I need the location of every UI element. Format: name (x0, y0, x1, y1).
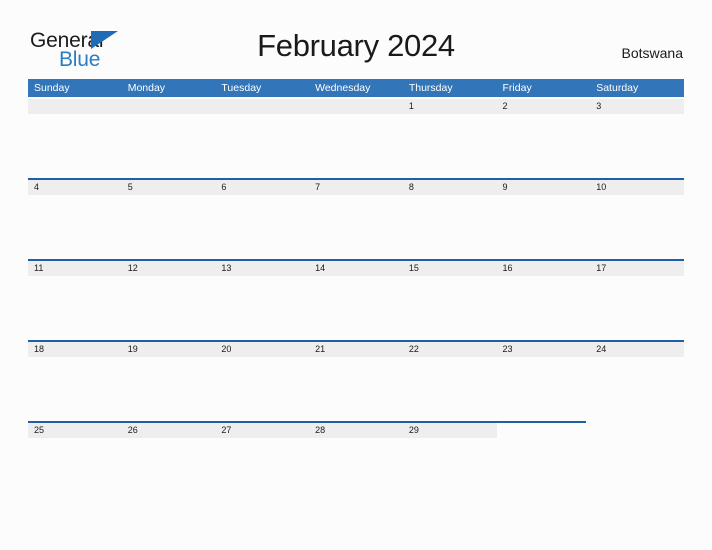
day-note-cell[interactable] (309, 276, 403, 340)
page-header: General Blue February 2024 Botswana (0, 0, 712, 78)
day-note-cell[interactable] (497, 114, 591, 178)
day-cell (496, 422, 591, 438)
day-note-cell[interactable] (28, 114, 122, 178)
weekday-header-row: Sunday Monday Tuesday Wednesday Thursday… (28, 79, 684, 97)
weekday-header-tuesday: Tuesday (221, 82, 262, 94)
day-cell[interactable]: 11 (28, 260, 122, 276)
week-row: 11 12 13 14 15 16 17 (28, 259, 684, 340)
day-note-cell[interactable] (215, 195, 309, 259)
week-note-area (28, 438, 684, 502)
day-note-cell[interactable] (590, 114, 684, 178)
week-date-band: 1 2 3 (28, 98, 684, 114)
day-cell[interactable]: 21 (309, 341, 403, 357)
week-date-band: 25 26 27 28 29 (28, 422, 684, 438)
day-cell[interactable]: 26 (121, 422, 216, 438)
week-date-band: 18 19 20 21 22 23 24 (28, 341, 684, 357)
week-row: 18 19 20 21 22 23 24 (28, 340, 684, 421)
day-cell (590, 422, 684, 438)
day-cell[interactable]: 29 (402, 422, 497, 438)
day-note-cell (590, 438, 684, 502)
day-cell[interactable]: 20 (215, 341, 310, 357)
week-note-area (28, 357, 684, 421)
day-cell[interactable]: 7 (309, 179, 403, 195)
day-note-cell[interactable] (122, 114, 216, 178)
day-note-cell[interactable] (309, 438, 403, 502)
day-note-cell[interactable] (28, 195, 122, 259)
day-cell[interactable] (215, 98, 310, 114)
day-note-cell[interactable] (28, 357, 122, 421)
day-cell[interactable] (121, 98, 216, 114)
day-cell[interactable]: 13 (215, 260, 310, 276)
day-cell[interactable]: 10 (590, 179, 684, 195)
day-cell[interactable]: 23 (496, 341, 591, 357)
day-cell[interactable]: 1 (402, 98, 497, 114)
day-note-cell (497, 438, 591, 502)
weekday-header-wednesday: Wednesday (315, 82, 371, 94)
day-cell[interactable]: 5 (121, 179, 216, 195)
day-cell[interactable] (309, 98, 403, 114)
day-note-cell[interactable] (590, 357, 684, 421)
weekday-header-saturday: Saturday (596, 82, 639, 94)
day-cell[interactable]: 19 (121, 341, 216, 357)
day-note-cell[interactable] (497, 195, 591, 259)
day-note-cell[interactable] (28, 276, 122, 340)
day-note-cell[interactable] (309, 114, 403, 178)
day-note-cell[interactable] (215, 438, 309, 502)
day-note-cell[interactable] (309, 357, 403, 421)
day-note-cell[interactable] (122, 438, 216, 502)
day-cell[interactable]: 22 (402, 341, 497, 357)
page-title: February 2024 (257, 28, 455, 63)
day-cell[interactable]: 18 (28, 341, 122, 357)
day-note-cell[interactable] (122, 276, 216, 340)
day-cell[interactable]: 27 (215, 422, 310, 438)
day-note-cell[interactable] (403, 114, 497, 178)
week-row: 1 2 3 (28, 97, 684, 178)
day-cell[interactable]: 16 (496, 260, 591, 276)
weekday-header-sunday: Sunday (34, 82, 70, 94)
day-cell[interactable]: 25 (28, 422, 122, 438)
day-note-cell[interactable] (590, 195, 684, 259)
day-note-cell[interactable] (309, 195, 403, 259)
weekday-header-thursday: Thursday (408, 82, 453, 94)
day-note-cell[interactable] (497, 276, 591, 340)
week-date-band: 11 12 13 14 15 16 17 (28, 260, 684, 276)
day-note-cell[interactable] (403, 195, 497, 259)
day-note-cell[interactable] (28, 438, 122, 502)
weekday-header-friday: Friday (502, 82, 532, 94)
day-cell[interactable] (28, 98, 122, 114)
day-cell[interactable]: 14 (309, 260, 403, 276)
day-cell[interactable]: 24 (590, 341, 684, 357)
week-note-area (28, 195, 684, 259)
day-note-cell[interactable] (497, 357, 591, 421)
day-cell[interactable]: 4 (28, 179, 122, 195)
day-note-cell[interactable] (403, 357, 497, 421)
day-cell[interactable]: 12 (121, 260, 216, 276)
day-cell[interactable]: 6 (215, 179, 310, 195)
week-date-band: 4 5 6 7 8 9 10 (28, 179, 684, 195)
day-cell[interactable]: 15 (402, 260, 497, 276)
day-cell[interactable]: 28 (309, 422, 403, 438)
country-label: Botswana (621, 45, 683, 61)
day-note-cell[interactable] (122, 195, 216, 259)
week-note-area (28, 114, 684, 178)
day-cell[interactable]: 17 (590, 260, 684, 276)
day-cell[interactable]: 9 (496, 179, 591, 195)
day-note-cell[interactable] (215, 276, 309, 340)
day-note-cell[interactable] (215, 357, 309, 421)
day-note-cell[interactable] (122, 357, 216, 421)
day-cell[interactable]: 2 (496, 98, 591, 114)
week-row: 25 26 27 28 29 (28, 421, 684, 502)
day-note-cell[interactable] (590, 276, 684, 340)
weekday-header-monday: Monday (127, 82, 166, 94)
week-row: 4 5 6 7 8 9 10 (28, 178, 684, 259)
day-cell[interactable]: 3 (590, 98, 684, 114)
day-note-cell[interactable] (215, 114, 309, 178)
day-note-cell[interactable] (403, 276, 497, 340)
day-cell[interactable]: 8 (402, 179, 497, 195)
week-note-area (28, 276, 684, 340)
day-note-cell[interactable] (403, 438, 497, 502)
calendar-grid: Sunday Monday Tuesday Wednesday Thursday… (28, 79, 684, 502)
